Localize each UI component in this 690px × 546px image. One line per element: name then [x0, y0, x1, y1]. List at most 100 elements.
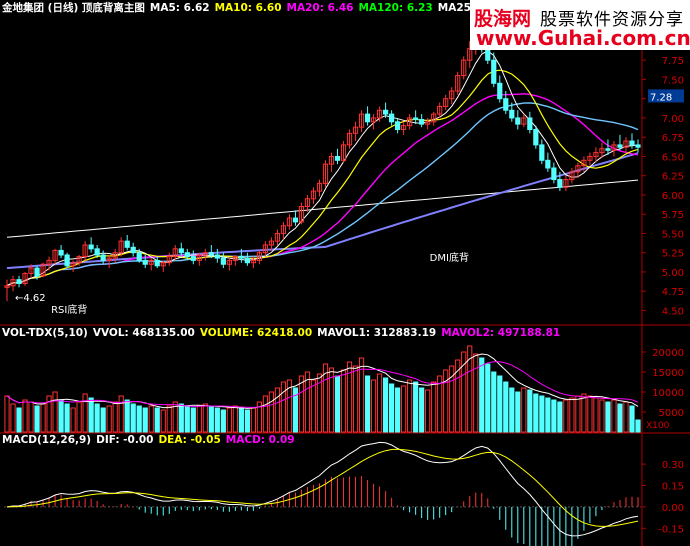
- candle-down: [551, 167, 557, 181]
- last-price-label: 7.28: [650, 92, 672, 103]
- macd-tick-label: 0.15: [662, 482, 684, 493]
- volume-bar: [395, 387, 401, 433]
- volume-tick-label: 20000: [652, 348, 684, 359]
- volume-bar: [557, 401, 563, 433]
- vvol-readout: VVOL: 468135.00: [92, 327, 195, 339]
- ma250-readout: MA25: [437, 2, 471, 14]
- price-tick-label: 5.50: [662, 229, 684, 240]
- watermark-url: www.Guhai.com.cn: [476, 26, 690, 50]
- volume-bar: [64, 403, 70, 433]
- signal-annotation: DMI底背: [430, 251, 469, 264]
- candle-down: [527, 117, 533, 130]
- candle-down: [533, 129, 539, 146]
- ma5-readout: MA5: 6.62: [149, 2, 210, 14]
- candle-down: [617, 144, 623, 148]
- candle-down: [389, 113, 395, 123]
- mavol1-readout: MAVOL1: 312883.19: [317, 327, 437, 339]
- volume-bar: [208, 405, 214, 433]
- price-tick-label: 6.50: [662, 152, 684, 163]
- candle-down: [419, 118, 425, 125]
- candle-down: [292, 217, 299, 223]
- macd-indicator-name: MACD(12,26,9): [2, 434, 92, 446]
- stock-chart[interactable]: 4.50 4.75 5.00 5.25 5.50 5.75 6.00 6.25 6.50 6.75…: [0, 0, 690, 546]
- price-tick-label: 7.00: [662, 114, 684, 125]
- volume-bar: [334, 375, 341, 433]
- volume-bar: [545, 397, 551, 433]
- candle-down: [629, 140, 635, 146]
- volume-header: VOL-TDX(5,10) VVOL: 468135.00 VOLUME: 6241…: [2, 327, 565, 339]
- price-tick-label: 7.50: [662, 75, 684, 86]
- volume-bar: [419, 387, 425, 433]
- volume-tick-label: 10000: [652, 388, 684, 399]
- volume-bar: [136, 405, 142, 433]
- price-tick-label: 6.75: [662, 133, 684, 144]
- volume-bar: [142, 407, 148, 433]
- candle-down: [497, 82, 503, 100]
- macd-tick-label: 0.30: [662, 460, 684, 471]
- candle-down: [545, 159, 551, 169]
- volume-bar: [527, 389, 533, 433]
- candle-down: [334, 155, 341, 161]
- candle-down: [364, 113, 371, 123]
- candle-down: [208, 252, 214, 256]
- candle-down: [190, 256, 196, 261]
- price-tick-label: 4.50: [662, 306, 684, 317]
- dif-readout: DIF: -0.00: [96, 434, 154, 446]
- volume-bar: [154, 407, 160, 433]
- volume-bar: [539, 395, 545, 433]
- volume-bar: [515, 391, 521, 433]
- volume-bar: [238, 407, 244, 433]
- candle-down: [34, 267, 40, 277]
- volume-bar: [479, 357, 485, 433]
- candle-down: [515, 117, 521, 125]
- volume-bar: [34, 405, 40, 433]
- vol-indicator-name: VOL-TDX(5,10): [2, 327, 88, 339]
- candle-down: [220, 257, 226, 265]
- volume-bar: [16, 407, 22, 433]
- volume-bar: [190, 407, 196, 433]
- volume-readout: VOLUME: 62418.00: [199, 327, 313, 339]
- candle-down: [136, 252, 142, 261]
- volume-bar: [94, 403, 100, 433]
- volume-tick-label: 15000: [652, 368, 684, 379]
- candle-down: [509, 109, 515, 119]
- candle-down: [382, 109, 389, 115]
- candle-down: [16, 279, 22, 284]
- volume-bar: [413, 381, 419, 433]
- candle-down: [58, 249, 64, 256]
- candle-down: [605, 148, 611, 151]
- volume-bar: [88, 397, 94, 433]
- candle-down: [88, 244, 94, 250]
- price-tick-label: 6.25: [662, 172, 684, 183]
- volume-bar: [533, 393, 539, 433]
- candle-down: [142, 259, 148, 265]
- signal-annotation: RSI底背: [51, 303, 87, 316]
- price-tick-label: 7.75: [662, 56, 684, 67]
- candle-down: [395, 121, 401, 131]
- volume-bar: [364, 375, 371, 433]
- volume-bar: [100, 407, 106, 433]
- candle-down: [124, 240, 130, 248]
- volume-bar: [605, 401, 611, 433]
- macd-tick-label: -0.15: [658, 524, 684, 535]
- macd-tick-label: 0.00: [662, 503, 684, 514]
- volume-bar: [497, 375, 503, 433]
- volume-bar: [389, 383, 395, 433]
- macd-readout: MACD: 0.09: [225, 434, 295, 446]
- candle-down: [413, 117, 419, 120]
- candle-down: [491, 59, 497, 84]
- candle-down: [100, 254, 106, 261]
- candle-down: [539, 144, 545, 161]
- volume-bar: [629, 405, 635, 433]
- volume-bar: [124, 399, 130, 433]
- candle-down: [178, 248, 184, 254]
- volume-bar: [617, 403, 623, 433]
- volume-bar: [178, 403, 184, 433]
- candle-down: [130, 246, 136, 254]
- volume-scale-label: X100: [646, 421, 670, 431]
- candle-down: [503, 98, 509, 111]
- volume-bar: [214, 407, 220, 433]
- watermark-banner: 股海网 股票软件资源分享 www.Guhai.com.cn: [470, 0, 690, 50]
- volume-bar: [58, 399, 64, 433]
- volume-bar: [244, 409, 250, 433]
